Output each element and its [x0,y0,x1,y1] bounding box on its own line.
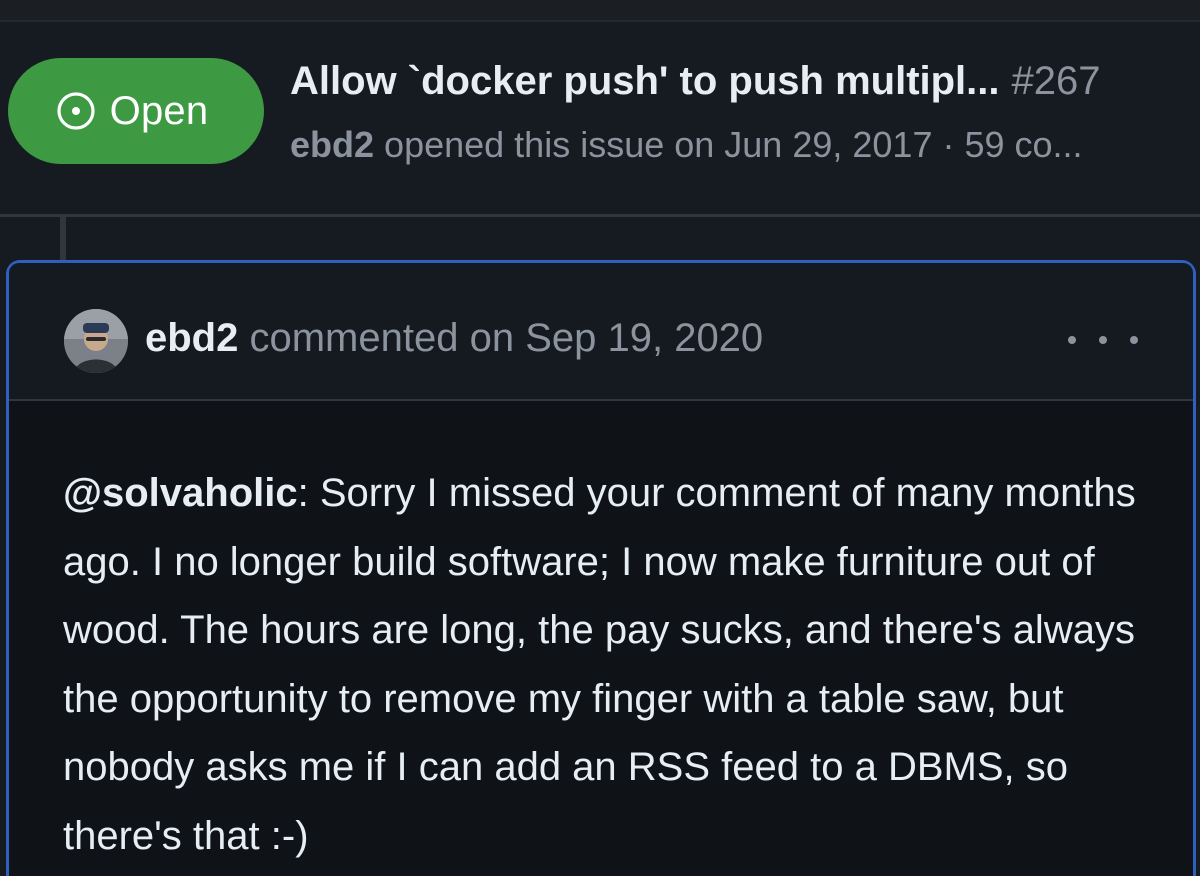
issue-title-row: Allow `docker push' to push multipl... #2… [290,56,1180,106]
issue-title[interactable]: Allow `docker push' to push multipl... [290,59,1000,103]
issue-page: Open Allow `docker push' to push multipl… [0,0,1200,876]
issue-author-link[interactable]: ebd2 [290,124,374,165]
kebab-horizontal-icon [1130,336,1138,344]
comment-box: ebd2 commented on Sep 19, 2020 @solvahol… [6,260,1196,876]
avatar[interactable] [64,309,128,373]
comment-author-link[interactable]: ebd2 [145,316,238,360]
status-label: Open [109,88,209,133]
comment-body-text: : Sorry I missed your comment of many mo… [63,471,1136,858]
top-strip [0,0,1200,22]
comment-action-text: commented on Sep 19, 2020 [249,316,764,360]
kebab-horizontal-icon [1099,336,1107,344]
comment-body: @solvaholic: Sorry I missed your comment… [63,459,1153,870]
status-badge: Open [8,58,264,164]
issue-meta: ebd2 opened this issue on Jun 29, 2017 ·… [290,122,1180,168]
header-divider [0,214,1200,217]
comment-header: ebd2 commented on Sep 19, 2020 [9,263,1193,401]
kebab-horizontal-icon [1068,336,1076,344]
issue-opened-icon [56,91,96,131]
user-mention-link[interactable]: @solvaholic [63,471,298,515]
comment-options-button[interactable] [1068,325,1138,355]
timeline-line [60,217,66,262]
comment-byline: ebd2 commented on Sep 19, 2020 [145,313,763,363]
issue-header: Open Allow `docker push' to push multipl… [0,22,1200,216]
issue-number: #267 [1011,59,1101,103]
issue-meta-text: opened this issue on Jun 29, 2017 · 59 c… [384,124,1083,165]
avatar-image [64,309,128,373]
